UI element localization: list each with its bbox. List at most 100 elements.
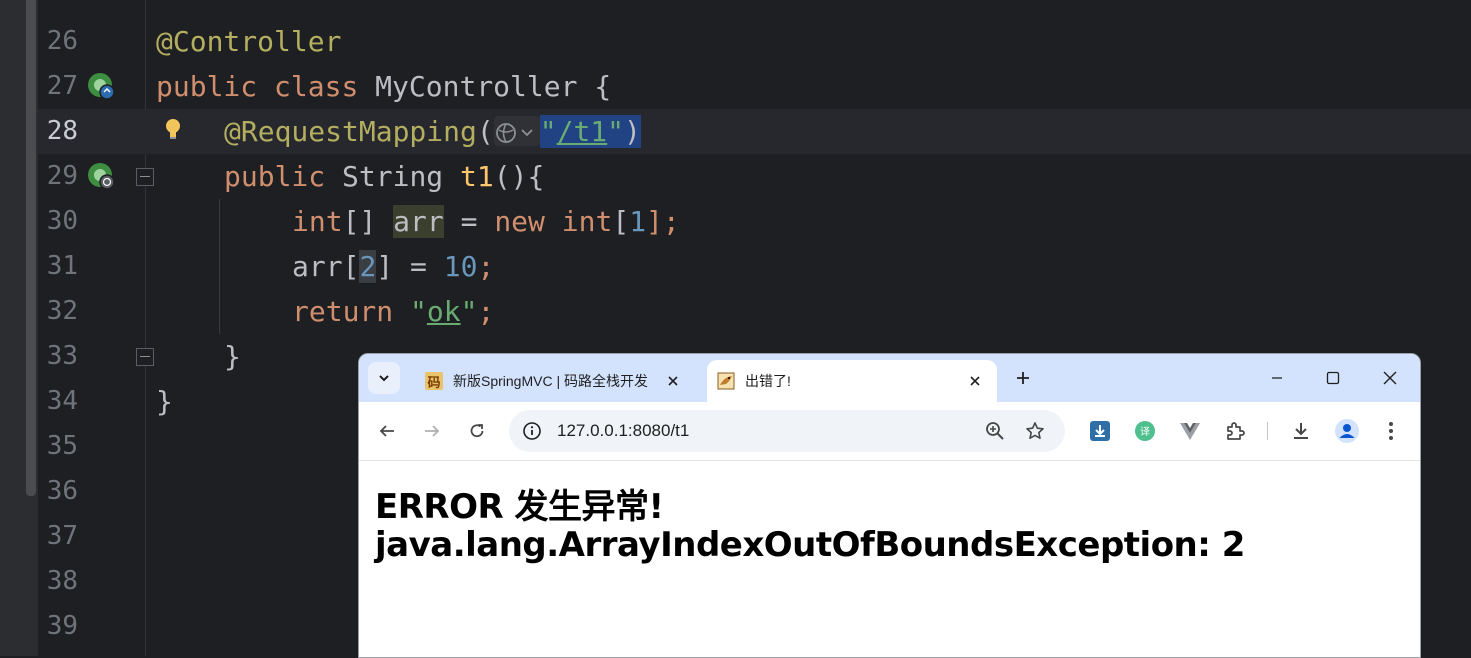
code-line[interactable]: @RequestMapping("/t1") [224, 109, 641, 154]
fold-icon[interactable] [136, 348, 154, 366]
ide-left-scrollbar[interactable] [26, 0, 36, 496]
close-icon [668, 376, 678, 386]
annotation: @RequestMapping [224, 115, 477, 148]
line-number: 32 [46, 296, 78, 326]
close-icon [1383, 371, 1397, 385]
line-number: 34 [46, 386, 78, 416]
number: 10 [443, 250, 478, 283]
line-number: 30 [46, 206, 78, 236]
tab-title: 出错了! [745, 373, 791, 389]
line-number: 31 [46, 251, 78, 281]
punctuation: [ [612, 205, 630, 238]
punctuation: [ [342, 250, 360, 283]
download-extension-icon[interactable] [1087, 418, 1113, 444]
tab-title: 新版SpringMVC | 码路全栈开发 [453, 373, 648, 389]
type-name: String [342, 160, 444, 193]
line-number: 26 [46, 26, 78, 56]
code-line[interactable]: int[] arr = new int[1]; [292, 199, 680, 244]
line-number: 39 [46, 611, 78, 641]
zoom-icon[interactable] [983, 419, 1007, 443]
close-icon [970, 376, 980, 386]
brace: } [156, 385, 173, 418]
line-number: 35 [46, 431, 78, 461]
reload-button[interactable] [463, 417, 491, 445]
menu-kebab-icon[interactable] [1378, 418, 1404, 444]
error-heading: ERROR 发生异常! [375, 487, 664, 527]
code-line[interactable]: arr[2] = 10; [292, 244, 494, 289]
maximize-icon [1326, 371, 1340, 385]
code-line[interactable]: } [156, 379, 173, 424]
forward-button[interactable] [418, 417, 446, 445]
line-number: 33 [46, 341, 78, 371]
punctuation: ] [376, 250, 394, 283]
site-favicon-icon: 码 [425, 372, 443, 390]
annotation: @Controller [156, 25, 342, 58]
brace: } [224, 340, 241, 373]
profile-avatar-icon[interactable] [1334, 418, 1360, 444]
browser-window: 码 新版SpringMVC | 码路全栈开发 出错了! 127.0.0.1:80… [358, 353, 1421, 658]
operator: = [460, 205, 478, 238]
lightbulb-icon[interactable] [165, 118, 181, 142]
variable: arr [393, 205, 444, 238]
minimize-icon [1272, 377, 1282, 379]
line-number: 37 [46, 521, 78, 551]
string-quote: " [410, 295, 427, 328]
code-line[interactable]: @Controller [156, 19, 341, 64]
line-number: 27 [46, 71, 78, 101]
url-text[interactable]: 127.0.0.1:8080/t1 [557, 410, 689, 452]
tab-springmvc[interactable]: 码 新版SpringMVC | 码路全栈开发 [415, 360, 695, 402]
keyword: new [494, 205, 545, 238]
tab-search-button[interactable] [368, 362, 400, 394]
line-number: 28 [46, 116, 78, 146]
keyword: public [156, 70, 258, 103]
tab-error[interactable]: 出错了! [707, 360, 997, 402]
fold-icon[interactable] [136, 168, 154, 186]
maximize-button[interactable] [1311, 362, 1355, 394]
code-line[interactable]: } [224, 334, 241, 379]
url-path[interactable]: /t1 [557, 115, 608, 148]
code-line[interactable]: public String t1(){ [224, 154, 544, 199]
close-tab-button[interactable] [661, 369, 685, 393]
back-button[interactable] [373, 417, 401, 445]
punctuation: ]; [646, 205, 680, 238]
punctuation: ; [477, 250, 495, 283]
minimize-button[interactable] [1255, 362, 1299, 394]
indent-guide [219, 199, 220, 334]
punctuation: [] [342, 205, 377, 238]
line-number: 38 [46, 566, 78, 596]
site-info-icon[interactable] [521, 420, 543, 442]
vue-devtools-icon[interactable] [1177, 418, 1203, 444]
toolbar-separator [1267, 422, 1268, 440]
window-close-button[interactable] [1368, 362, 1412, 394]
reload-icon [470, 424, 484, 438]
bookmark-star-icon[interactable] [1023, 419, 1047, 443]
keyword: class [274, 70, 359, 103]
extensions-puzzle-icon[interactable] [1222, 418, 1248, 444]
arrow-left-icon [379, 425, 394, 437]
code-line[interactable]: return "ok"; [292, 289, 494, 334]
operator: = [410, 250, 427, 283]
globe-icon[interactable] [493, 116, 540, 146]
close-tab-button[interactable] [963, 369, 987, 393]
keyword: int [561, 205, 613, 238]
new-tab-button[interactable] [1009, 364, 1037, 392]
method-name: t1 [460, 160, 494, 193]
arrow-right-icon [425, 425, 440, 437]
page-content: ERROR 发生异常! java.lang.ArrayIndexOutOfBou… [359, 461, 1420, 657]
string-quote: " [607, 115, 625, 148]
downloads-icon[interactable] [1288, 418, 1314, 444]
address-bar[interactable]: 127.0.0.1:8080/t1 [509, 410, 1065, 452]
code-line[interactable]: public class MyController { [156, 64, 611, 109]
number: 2 [359, 250, 377, 283]
string-literal: ok [426, 295, 461, 328]
tab-strip: 码 新版SpringMVC | 码路全栈开发 出错了! [359, 354, 1420, 402]
paren: ) [624, 115, 641, 148]
exception-heading: java.lang.ArrayIndexOutOfBoundsException… [375, 525, 1245, 565]
punctuation: ; [477, 295, 495, 328]
spring-bean-icon[interactable] [86, 161, 116, 191]
chevron-down-icon [379, 375, 389, 382]
spring-bean-icon[interactable] [86, 71, 116, 101]
number: 1 [629, 205, 647, 238]
line-number: 29 [46, 161, 78, 191]
translate-extension-icon[interactable]: 译 [1132, 418, 1158, 444]
